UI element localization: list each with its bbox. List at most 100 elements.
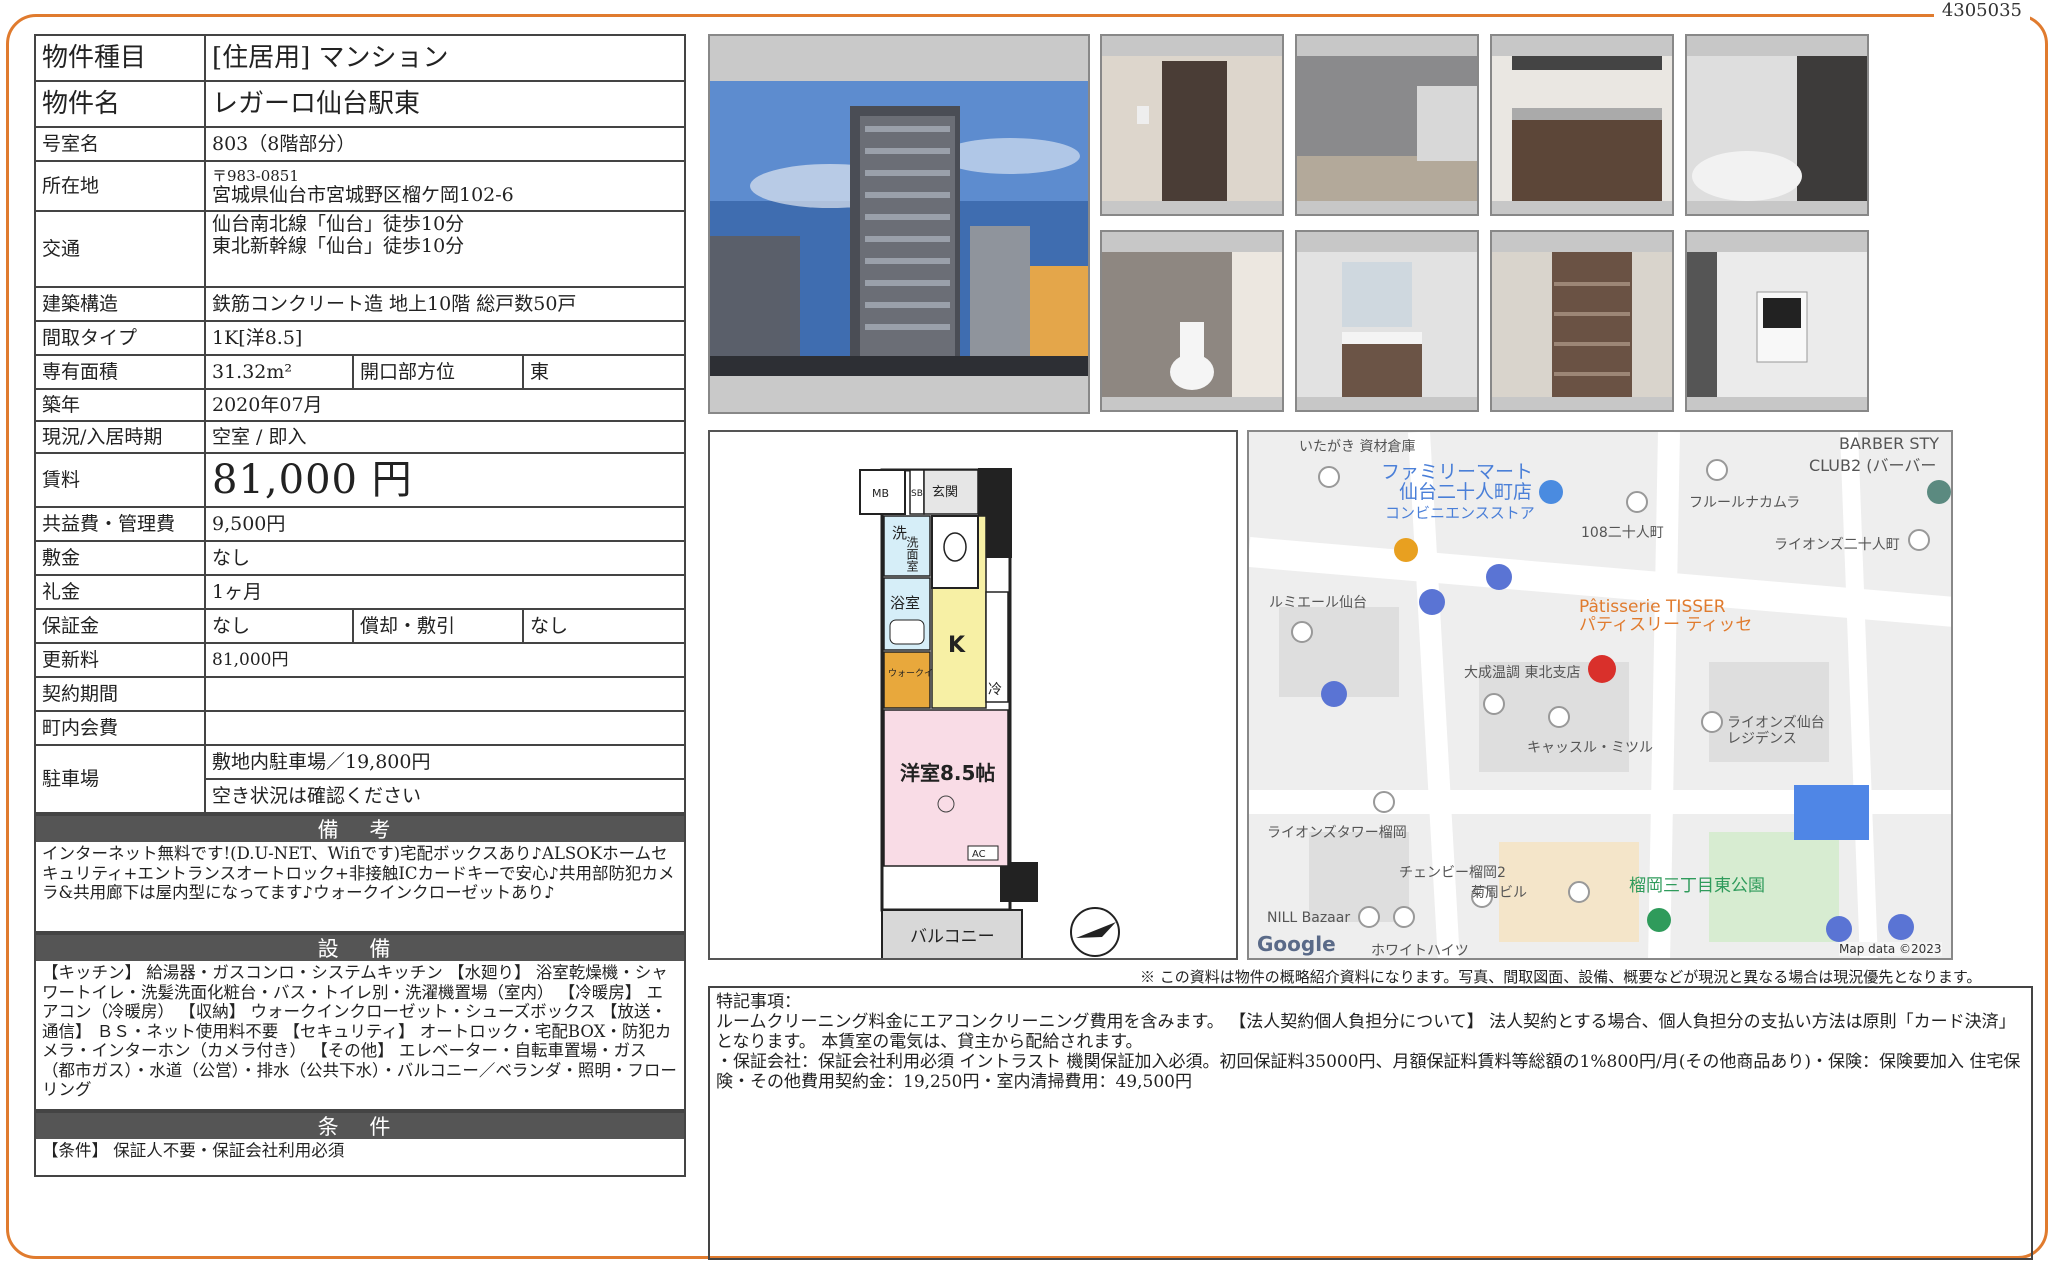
fp-entrance-label: 玄関	[932, 485, 958, 500]
map-label-7: CLUB2 (バーバー	[1809, 456, 1937, 475]
label-name: 物件名	[34, 80, 206, 128]
map-label-1: ファミリーマート	[1381, 461, 1534, 483]
building-exterior-photo	[708, 34, 1090, 414]
map-label-12: 大成温調 東北支店	[1464, 665, 1581, 681]
label-contract: 契約期間	[34, 676, 206, 712]
facilities-heading: 設 備	[34, 933, 686, 961]
special-notes: 特記事項： ルームクリーニング料金にエアコンクリーニング費用を含みます。 【法人…	[708, 986, 2033, 1260]
label-deposit: 敷金	[34, 540, 206, 576]
photo-washroom	[1295, 230, 1479, 412]
label-town: 町内会費	[34, 710, 206, 746]
map-label-6: BARBER STY	[1839, 434, 1940, 453]
address-text: 宮城県仙台市宮城野区榴ケ岡102-6	[212, 183, 514, 206]
value-keymoney: 1ヶ月	[204, 574, 686, 610]
facilities-body: 【キッチン】 給湯器・ガスコンロ・システムキッチン 【水廻り】 浴室乾燥機・シャ…	[34, 961, 686, 1111]
map-label-13: キャッスル・ミツル	[1527, 740, 1653, 756]
value-layout: 1K[洋8.5]	[204, 320, 686, 356]
fp-sb-label: SB	[911, 489, 923, 499]
label-room: 号室名	[34, 126, 206, 162]
postal-code: 〒983-0851	[212, 166, 299, 185]
map-label-18: 菊周ビル	[1471, 885, 1527, 901]
value-contract	[204, 676, 686, 712]
map-label-8: ライオンズ二十人町	[1774, 537, 1900, 553]
value-status: 空室 / 即入	[204, 420, 686, 454]
location-map[interactable]: いたがき 資材倉庫 ファミリーマート 仙台二十人町店 コンビニエンスストア 10…	[1247, 430, 1953, 960]
map-label-20: NILL Bazaar	[1267, 910, 1351, 926]
map-label-17: チェンビー榴岡2	[1399, 865, 1506, 881]
value-town	[204, 710, 686, 746]
fp-fridge-label: 冷	[988, 682, 1002, 698]
label-transport: 交通	[34, 210, 206, 288]
label-renewal: 更新料	[34, 642, 206, 678]
document-id: 4305035	[1933, 0, 2030, 21]
disclaimer-text: ※ この資料は物件の概略紹介資料になります。写真、間取図面、設備、概要などが現況…	[1140, 968, 1982, 986]
label-parking: 駐車場	[34, 744, 206, 814]
conditions-body: 【条件】 保証人不要・保証会社利用必須	[34, 1139, 686, 1177]
value-renewal: 81,000円	[204, 642, 686, 678]
value-built: 2020年07月	[204, 388, 686, 422]
photo-toilet	[1100, 230, 1284, 412]
label-guarantee: 保証金	[34, 608, 206, 644]
fp-balcony-label: バルコニー	[910, 927, 995, 947]
map-label-2: 仙台二十人町店	[1399, 481, 1533, 503]
label-fee: 共益費・管理費	[34, 506, 206, 542]
label-address: 所在地	[34, 160, 206, 212]
transport-line-1: 仙台南北線「仙台」徒歩10分	[212, 213, 465, 235]
fp-ac-label: AC	[972, 849, 986, 860]
photo-closet	[1490, 230, 1674, 412]
value-type: [住居用] マンション	[204, 34, 686, 82]
photo-bathroom	[1685, 34, 1869, 216]
photo-living-room	[1295, 34, 1479, 216]
value-name: レガーロ仙台駅東	[204, 80, 686, 128]
value-amort: なし	[522, 608, 686, 644]
transport-line-2: 東北新幹線「仙台」徒歩10分	[212, 235, 465, 257]
value-rent: 81,000 円	[204, 452, 686, 508]
floor-plan: MB SB 玄関 洗 洗面室 浴室 ウォークイン クローゼット K 冷 洋室8.…	[708, 430, 1238, 960]
photo-intercom	[1685, 230, 1869, 412]
value-fee: 9,500円	[204, 506, 686, 542]
label-structure: 建築構造	[34, 286, 206, 322]
map-label-9: ルミエール仙台	[1269, 595, 1367, 611]
value-parking-2: 空き状況は確認ください	[204, 778, 686, 814]
value-structure: 鉄筋コンクリート造 地上10階 総戸数50戸	[204, 286, 686, 322]
value-area: 31.32m²	[204, 354, 354, 390]
label-direction: 開口部方位	[352, 354, 524, 390]
value-transport: 仙台南北線「仙台」徒歩10分 東北新幹線「仙台」徒歩10分	[204, 210, 686, 288]
label-layout: 間取タイプ	[34, 320, 206, 356]
fp-wash-label: 洗面室	[905, 536, 919, 572]
map-label-11: パティスリー ティッセ	[1579, 615, 1753, 635]
map-label-5: フルールナカムラ	[1689, 495, 1801, 511]
photo-kitchen	[1490, 34, 1674, 216]
value-address: 〒983-0851 宮城県仙台市宮城野区榴ケ岡102-6	[204, 160, 686, 212]
remarks-heading: 備 考	[34, 814, 686, 842]
value-parking-1: 敷地内駐車場／19,800円	[204, 744, 686, 780]
property-info-table: 物件種目 [住居用] マンション 物件名 レガーロ仙台駅東 号室名 803（8階…	[34, 34, 686, 1177]
map-google-logo: Google	[1257, 932, 1336, 956]
value-room: 803（8階部分）	[204, 126, 686, 162]
conditions-heading: 条 件	[34, 1111, 686, 1139]
photo-entrance	[1100, 34, 1284, 216]
label-rent: 賃料	[34, 452, 206, 508]
map-label-10: Pâtisserie TISSER	[1579, 597, 1726, 617]
value-direction: 東	[522, 354, 686, 390]
remarks-body: インターネット無料です!(D.U-NET、Wifiです)宅配ボックスあり♪ALS…	[34, 842, 686, 933]
map-label-3: コンビニエンスストア	[1385, 504, 1535, 522]
map-label-21: ホワイトハイツ	[1371, 943, 1469, 959]
label-amort: 償却・敷引	[352, 608, 524, 644]
fp-room-label: 洋室8.5帖	[900, 761, 995, 785]
map-label-16: ライオンズタワー榴岡	[1267, 825, 1407, 841]
label-area: 専有面積	[34, 354, 206, 390]
label-type: 物件種目	[34, 34, 206, 82]
value-guarantee: なし	[204, 608, 354, 644]
label-keymoney: 礼金	[34, 574, 206, 610]
label-built: 築年	[34, 388, 206, 422]
fp-kitchen-label: K	[948, 633, 966, 658]
map-attribution: Map data ©2023	[1839, 942, 1942, 956]
fp-bath-label: 浴室	[890, 594, 920, 612]
fp-mb-label: MB	[872, 487, 889, 500]
map-label-19: 榴岡三丁目東公園	[1629, 876, 1765, 896]
map-label-0: いたがき 資材倉庫	[1299, 439, 1416, 455]
map-label-15: レジデンス	[1727, 731, 1797, 747]
label-status: 現況/入居時期	[34, 420, 206, 454]
value-deposit: なし	[204, 540, 686, 576]
